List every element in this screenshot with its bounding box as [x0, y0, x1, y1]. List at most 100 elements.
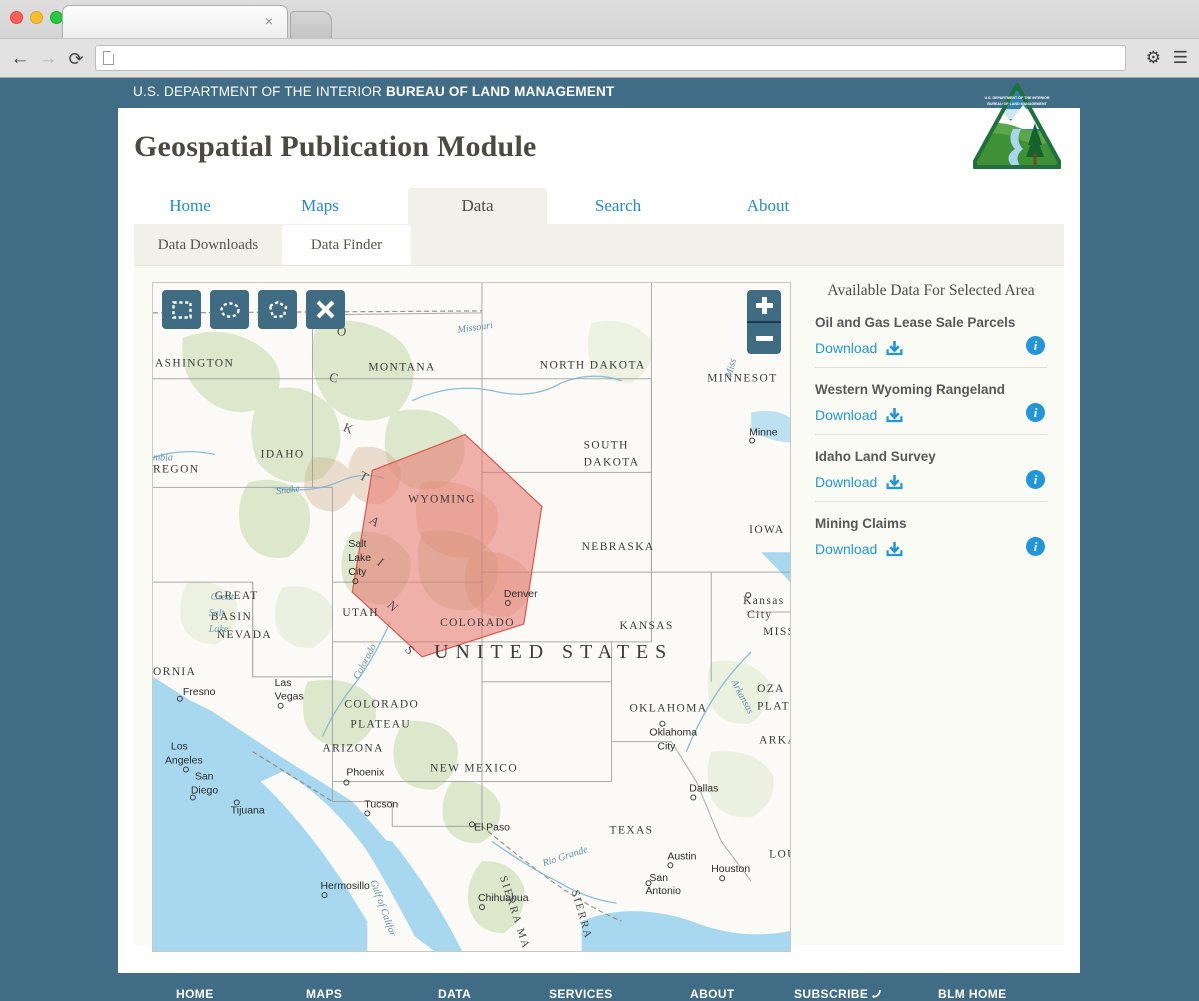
- svg-text:Fresno: Fresno: [183, 687, 216, 698]
- minimize-window-button[interactable]: [30, 11, 43, 24]
- info-icon[interactable]: i: [1026, 470, 1045, 489]
- svg-text:Phoenix: Phoenix: [346, 768, 385, 779]
- svg-text:WYOMING: WYOMING: [408, 493, 476, 505]
- download-link[interactable]: Download: [815, 474, 877, 490]
- footer-link-home[interactable]: HOME: [176, 987, 214, 1001]
- subtab-data-finder[interactable]: Data Finder: [282, 225, 411, 265]
- data-list-item: Western Wyoming Rangeland Download i: [815, 382, 1047, 435]
- close-window-button[interactable]: [10, 11, 23, 24]
- data-list-item: Idaho Land Survey Download i: [815, 449, 1047, 502]
- svg-text:Diego: Diego: [191, 785, 218, 796]
- dataset-title: Idaho Land Survey: [815, 449, 936, 464]
- svg-text:Angeles: Angeles: [165, 756, 203, 767]
- clear-selection-tool[interactable]: [306, 290, 345, 329]
- footer-link-subscribe[interactable]: SUBSCRIBE: [794, 987, 882, 1001]
- tab-about[interactable]: About: [712, 188, 824, 224]
- info-icon[interactable]: i: [1026, 537, 1045, 556]
- svg-text:MINNESOT: MINNESOT: [707, 373, 777, 385]
- map-canvas[interactable]: O C K T A I N S UNITED STATES ASHINGTON …: [153, 283, 790, 951]
- tab-label: Maps: [301, 196, 339, 215]
- window-traffic-lights: [10, 11, 63, 24]
- svg-text:Gulf of Califor: Gulf of Califor: [367, 878, 398, 937]
- seal-text-line1: U.S. DEPARTMENT OF THE INTERIOR: [984, 96, 1049, 100]
- page-document-icon: [103, 51, 114, 65]
- forward-icon[interactable]: →: [36, 47, 60, 71]
- dataset-title: Oil and Gas Lease Sale Parcels: [815, 315, 1016, 330]
- svg-text:IOWA: IOWA: [749, 524, 784, 536]
- agency-department-label: U.S. DEPARTMENT OF THE INTERIOR: [133, 84, 382, 99]
- dataset-action-row: Download: [815, 340, 1047, 356]
- svg-text:SIERRA MA: SIERRA MA: [497, 874, 532, 951]
- footer-link-about[interactable]: ABOUT: [690, 987, 735, 1001]
- browser-tab[interactable]: ×: [62, 5, 288, 38]
- svg-text:COLORADO: COLORADO: [344, 699, 419, 711]
- tab-search[interactable]: Search: [562, 188, 674, 224]
- footer-link-data[interactable]: DATA: [438, 987, 471, 1001]
- seal-text-line2: BUREAU OF LAND MANAGEMENT: [987, 102, 1047, 106]
- back-icon[interactable]: ←: [8, 47, 32, 71]
- download-icon[interactable]: [886, 407, 903, 423]
- svg-text:ARKA: ARKA: [759, 735, 790, 747]
- rectangle-select-tool[interactable]: [162, 290, 201, 329]
- agency-bureau-label: BUREAU OF LAND MANAGEMENT: [385, 84, 615, 99]
- tab-maps[interactable]: Maps: [264, 188, 376, 224]
- polygon-select-tool[interactable]: [258, 290, 297, 329]
- site-footer: HOME MAPS DATA SERVICES ABOUT SUBSCRIBE BLM HO…: [0, 973, 1199, 1001]
- svg-text:Los: Los: [171, 742, 188, 753]
- dataset-action-row: Download: [815, 541, 1047, 557]
- subtab-data-downloads[interactable]: Data Downloads: [134, 225, 282, 265]
- svg-text:Snake: Snake: [275, 483, 301, 497]
- svg-text:ORNIA: ORNIA: [153, 666, 196, 678]
- close-icon[interactable]: ×: [265, 14, 273, 29]
- footer-link-label: SUBSCRIBE: [794, 987, 869, 1001]
- tab-label: Data: [461, 196, 494, 215]
- gear-icon[interactable]: ⚙: [1146, 48, 1161, 68]
- svg-text:Denver: Denver: [504, 589, 538, 600]
- download-icon[interactable]: [886, 541, 903, 557]
- footer-link-services[interactable]: SERVICES: [549, 987, 613, 1001]
- download-icon[interactable]: [886, 340, 903, 356]
- info-icon[interactable]: i: [1026, 403, 1045, 422]
- address-bar[interactable]: [95, 45, 1126, 71]
- svg-text:NORTH DAKOTA: NORTH DAKOTA: [540, 360, 646, 372]
- svg-text:LOU: LOU: [769, 848, 790, 860]
- zoom-out-button[interactable]: [747, 323, 781, 354]
- svg-text:COLORADO: COLORADO: [440, 617, 515, 629]
- download-link[interactable]: Download: [815, 407, 877, 423]
- zoom-in-button[interactable]: [747, 290, 781, 321]
- reload-icon[interactable]: ⟳: [64, 47, 88, 71]
- subtab-label: Data Finder: [310, 236, 383, 253]
- blm-seal-logo: U.S. DEPARTMENT OF THE INTERIOR BUREAU O…: [971, 80, 1063, 170]
- svg-text:DAKOTA: DAKOTA: [584, 456, 640, 468]
- svg-text:Salt: Salt: [348, 539, 366, 550]
- svg-text:Colorado: Colorado: [351, 642, 379, 681]
- dataset-action-row: Download: [815, 474, 1047, 490]
- footer-link-blm-home[interactable]: BLM HOME: [938, 987, 1007, 1001]
- svg-text:Arkansas: Arkansas: [728, 677, 756, 716]
- svg-text:Minne: Minne: [749, 428, 778, 439]
- browser-tabstrip: ×: [0, 0, 1199, 38]
- download-link[interactable]: Download: [815, 340, 877, 356]
- map-viewport[interactable]: O C K T A I N S UNITED STATES ASHINGTON …: [152, 282, 791, 952]
- tab-home[interactable]: Home: [134, 188, 246, 224]
- download-link[interactable]: Download: [815, 541, 877, 557]
- footer-link-label: BLM HOME: [938, 987, 1007, 1001]
- svg-text:Houston: Houston: [711, 864, 750, 875]
- svg-text:Rio Grande: Rio Grande: [540, 844, 589, 869]
- svg-text:Hermosillo: Hermosillo: [320, 881, 370, 892]
- tab-data[interactable]: Data: [408, 188, 547, 224]
- freehand-select-tool[interactable]: [210, 290, 249, 329]
- footer-link-maps[interactable]: MAPS: [306, 987, 342, 1001]
- dataset-action-row: Download: [815, 407, 1047, 423]
- main-tab-bar: Home Maps Data Search About: [134, 188, 1064, 224]
- svg-text:Antonio: Antonio: [645, 886, 681, 897]
- new-tab-button[interactable]: [290, 11, 332, 38]
- hamburger-menu-icon[interactable]: ☰: [1173, 48, 1188, 68]
- available-data-panel: Available Data For Selected Area Oil and…: [815, 282, 1047, 582]
- svg-text:IDAHO: IDAHO: [261, 448, 305, 460]
- page-card: Geospatial Publication Module U.S. DEPAR…: [118, 80, 1080, 973]
- download-icon[interactable]: [886, 474, 903, 490]
- info-icon[interactable]: i: [1026, 336, 1045, 355]
- footer-link-label: SERVICES: [549, 987, 613, 1001]
- svg-text:Missouri: Missouri: [456, 320, 494, 336]
